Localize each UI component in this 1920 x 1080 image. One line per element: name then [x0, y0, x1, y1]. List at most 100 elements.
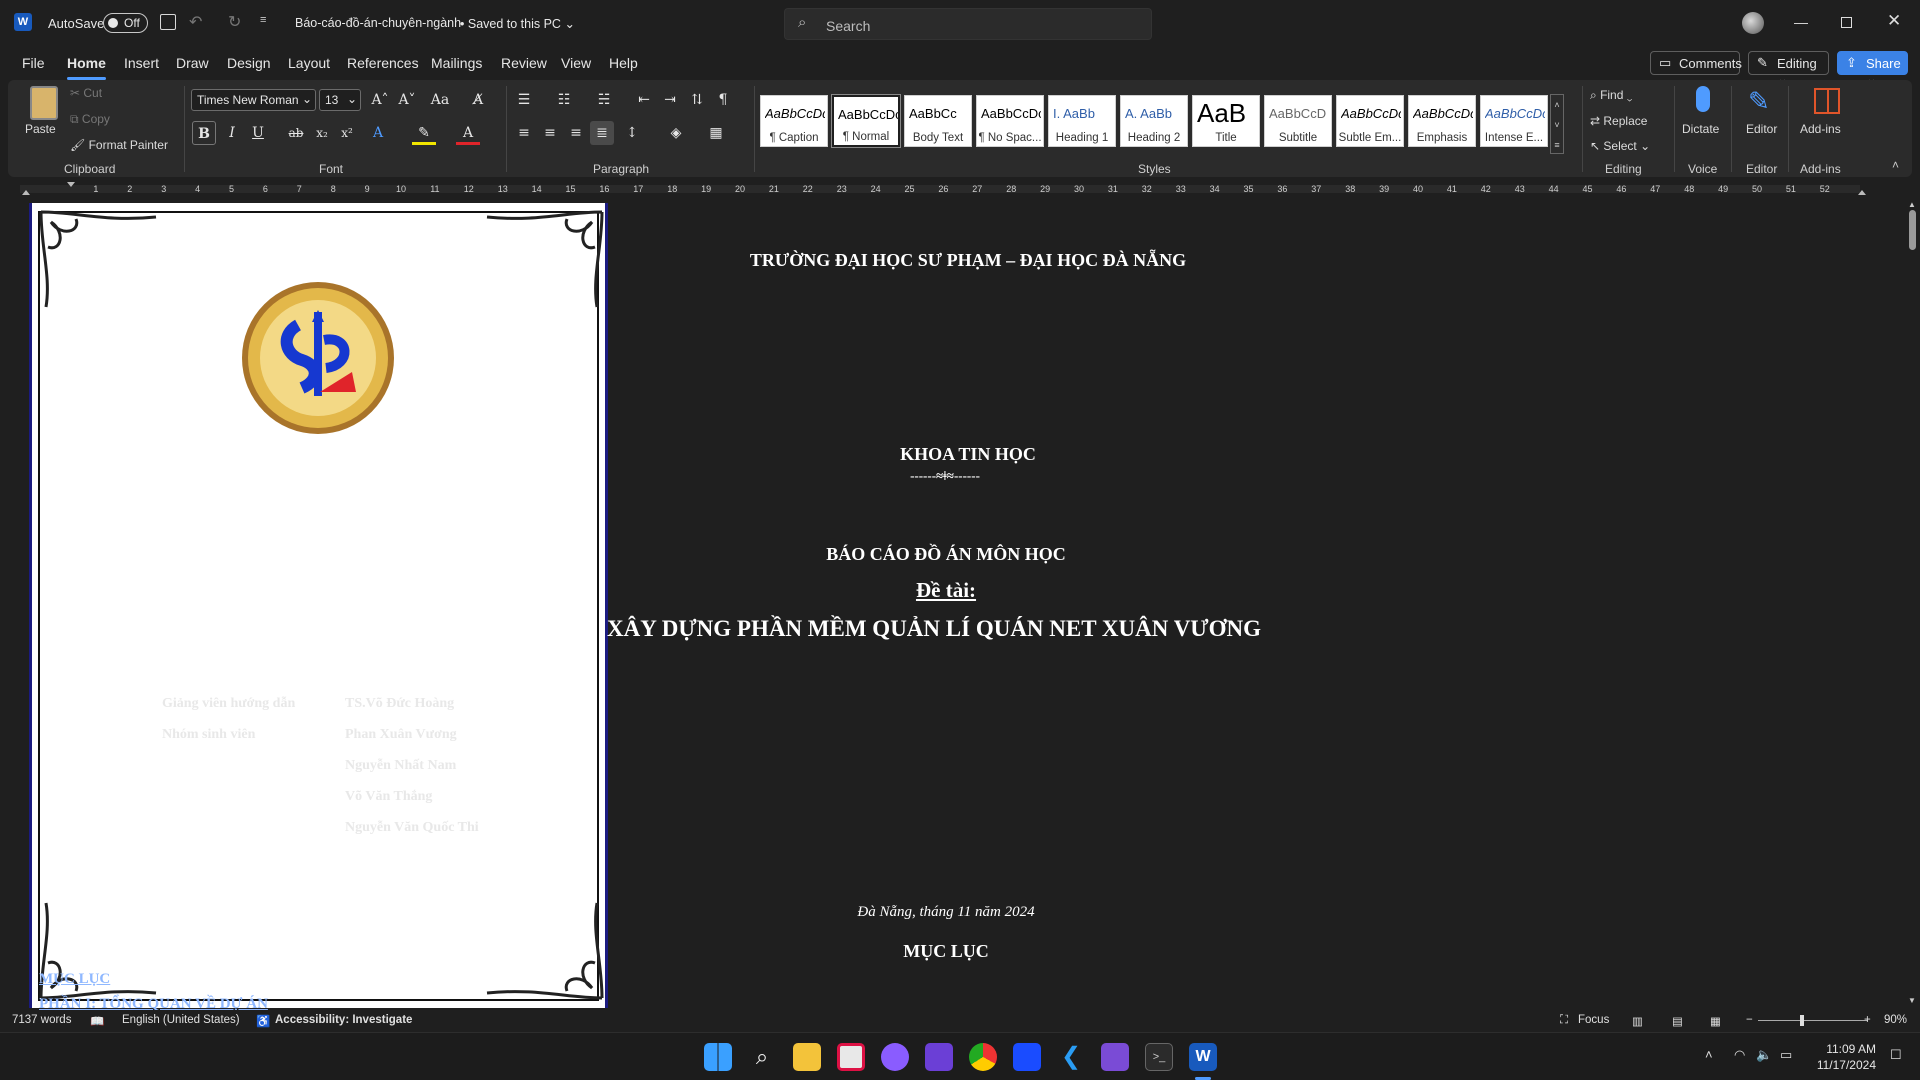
- snipping-tool-icon[interactable]: [837, 1043, 865, 1071]
- style-body-text[interactable]: AaBbCc Body Text: [904, 95, 972, 147]
- editor-pen-icon[interactable]: ✎: [1748, 86, 1770, 117]
- clock-date[interactable]: 11/17/2024: [1800, 1058, 1876, 1072]
- show-hidden-icons[interactable]: ˄: [1705, 1047, 1713, 1062]
- tab-insert[interactable]: Insert: [124, 55, 159, 71]
- style-caption[interactable]: AaBbCcDdE ¶ Caption: [760, 95, 828, 147]
- zoom-out-icon[interactable]: −: [1746, 1014, 1753, 1026]
- text-effects-icon[interactable]: A: [366, 121, 390, 145]
- collapse-ribbon-icon[interactable]: ˄: [1892, 158, 1899, 172]
- vertical-scrollbar[interactable]: ▲ ▼: [1905, 198, 1920, 1010]
- style-intense-e[interactable]: AaBbCcDc Intense E...: [1480, 95, 1548, 147]
- editing-mode-button[interactable]: ✎ Editing ⌄: [1748, 51, 1829, 86]
- tab-file[interactable]: File: [22, 55, 45, 71]
- focus-button[interactable]: Focus: [1578, 1014, 1609, 1026]
- document-title[interactable]: Báo-cáo-đồ-án-chuyên-ngành: [295, 16, 461, 30]
- ruler[interactable]: 1 2 3 4 5 6 7 8 9 10 11 12 13 14 15 16 17 18 19 20 21 22 23 24 2…: [0, 180, 1900, 198]
- grow-font-icon[interactable]: A˄: [368, 88, 392, 112]
- comments-button[interactable]: ▭ Comments: [1650, 51, 1742, 75]
- shrink-font-icon[interactable]: A˅: [395, 88, 419, 112]
- subscript-button[interactable]: x₂: [310, 121, 334, 145]
- close-icon[interactable]: ✕: [1887, 11, 1901, 31]
- redo-icon[interactable]: ↻: [228, 12, 241, 32]
- toc-link[interactable]: MỤC LỤC: [39, 971, 110, 988]
- toc-link[interactable]: PHẦN I: TỔNG QUAN VỀ DỰ ÁN: [39, 996, 268, 1010]
- replace-button[interactable]: ⇄ Replace: [1590, 114, 1647, 128]
- highlight-icon[interactable]: ✎: [412, 121, 436, 145]
- copy-button[interactable]: ⧉ Copy: [70, 112, 110, 127]
- print-layout-icon[interactable]: ▤: [1672, 1014, 1683, 1028]
- select-button[interactable]: ↖ Select ⌄: [1590, 139, 1650, 153]
- restore-icon[interactable]: [1841, 17, 1852, 28]
- document-area[interactable]: Giảng viên hướng dẫn TS.Võ Đức Hoàng Nhó…: [0, 198, 1905, 1010]
- font-family-select[interactable]: Times New Roman ⌄: [191, 89, 316, 111]
- terminal-icon[interactable]: >_: [1145, 1043, 1173, 1071]
- language-status[interactable]: English (United States): [122, 1014, 240, 1026]
- tab-view[interactable]: View: [561, 55, 591, 71]
- styles-scroll[interactable]: ˄ ˅ ≡: [1550, 94, 1564, 154]
- style-heading-1[interactable]: I. AaBb Heading 1: [1048, 95, 1116, 147]
- notification-icon[interactable]: ☐: [1890, 1047, 1902, 1063]
- clock-time[interactable]: 11:09 AM: [1800, 1042, 1876, 1056]
- font-color-icon[interactable]: A: [456, 121, 480, 145]
- jetbrains-icon[interactable]: [1013, 1043, 1041, 1071]
- dictate-button[interactable]: Dictate: [1682, 122, 1719, 136]
- justify-icon[interactable]: ≣: [590, 121, 614, 145]
- visual-studio-icon[interactable]: [1101, 1043, 1129, 1071]
- italic-button[interactable]: I: [220, 121, 244, 145]
- accessibility-icon[interactable]: ♿: [256, 1014, 270, 1028]
- numbering-icon[interactable]: ☷: [552, 88, 576, 112]
- align-center-icon[interactable]: ≡: [538, 121, 562, 145]
- style-subtitle[interactable]: AaBbCcD Subtitle: [1264, 95, 1332, 147]
- tab-review[interactable]: Review: [501, 55, 547, 71]
- decrease-indent-icon[interactable]: ⇤: [632, 88, 656, 112]
- word-taskbar-icon[interactable]: W: [1189, 1043, 1217, 1071]
- start-icon[interactable]: [704, 1043, 732, 1071]
- tab-design[interactable]: Design: [227, 55, 271, 71]
- volume-icon[interactable]: 🔈: [1756, 1047, 1772, 1063]
- paste-button[interactable]: Paste: [25, 122, 56, 136]
- zoom-in-icon[interactable]: +: [1864, 1014, 1871, 1026]
- accessibility-status[interactable]: Accessibility: Investigate: [275, 1014, 412, 1026]
- avatar[interactable]: [1742, 12, 1764, 34]
- save-icon[interactable]: [160, 14, 176, 30]
- show-marks-icon[interactable]: ¶: [711, 88, 735, 112]
- line-spacing-icon[interactable]: ↕: [620, 121, 644, 145]
- focus-icon[interactable]: ⛶: [1560, 1014, 1568, 1027]
- app-icon[interactable]: [925, 1043, 953, 1071]
- strikethrough-button[interactable]: ab: [284, 121, 308, 145]
- font-size-select[interactable]: 13 ⌄: [319, 89, 361, 111]
- clear-formatting-icon[interactable]: A̸: [466, 88, 490, 112]
- style-heading-2[interactable]: A. AaBb Heading 2: [1120, 95, 1188, 147]
- change-case-icon[interactable]: Aa: [428, 88, 452, 112]
- style-normal[interactable]: AaBbCcDc ¶ Normal: [831, 94, 901, 148]
- sort-icon[interactable]: ⇅: [685, 88, 709, 112]
- tab-mailings[interactable]: Mailings: [431, 55, 482, 71]
- increase-indent-icon[interactable]: ⇥: [658, 88, 682, 112]
- add-ins-icon[interactable]: [1814, 88, 1840, 114]
- format-painter-button[interactable]: 🖌 Format Painter: [70, 138, 168, 152]
- style-emphasis[interactable]: AaBbCcDc Emphasis: [1408, 95, 1476, 147]
- proofing-icon[interactable]: 📖: [90, 1014, 104, 1028]
- superscript-button[interactable]: x²: [335, 121, 359, 145]
- tab-layout[interactable]: Layout: [288, 55, 330, 71]
- autosave-toggle[interactable]: Off: [103, 13, 148, 33]
- style-title[interactable]: AaB Title: [1192, 95, 1260, 147]
- bullets-icon[interactable]: ☰: [512, 88, 536, 112]
- zoom-level[interactable]: 90%: [1884, 1014, 1907, 1026]
- underline-button[interactable]: U: [246, 121, 270, 145]
- shading-icon[interactable]: ◈: [664, 121, 688, 145]
- zoom-slider-thumb[interactable]: [1800, 1015, 1804, 1026]
- multilevel-list-icon[interactable]: ☵: [592, 88, 616, 112]
- wifi-icon[interactable]: ◠: [1734, 1047, 1745, 1063]
- battery-icon[interactable]: ▭: [1780, 1047, 1792, 1063]
- bold-button[interactable]: B: [192, 121, 216, 145]
- scroll-up-icon[interactable]: ▲: [1908, 200, 1916, 209]
- scroll-down-icon[interactable]: ▼: [1908, 996, 1916, 1005]
- save-status[interactable]: • Saved to this PC ⌄: [460, 16, 575, 31]
- file-explorer-icon[interactable]: [793, 1043, 821, 1071]
- web-layout-icon[interactable]: ▦: [1710, 1014, 1721, 1028]
- messenger-icon[interactable]: [881, 1043, 909, 1071]
- tab-home[interactable]: Home: [67, 55, 106, 80]
- customize-toolbar-icon[interactable]: ≡: [260, 14, 266, 26]
- align-left-icon[interactable]: ≡: [512, 121, 536, 145]
